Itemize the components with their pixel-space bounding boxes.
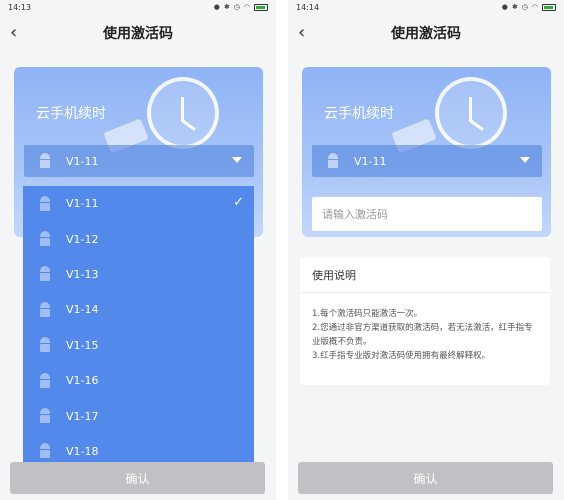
bluetooth-icon: ✱ bbox=[511, 3, 518, 11]
mute-icon: ● bbox=[501, 3, 508, 11]
device-select[interactable]: V1-11 bbox=[24, 145, 254, 177]
status-bar: 14:14 ● ✱ ◷ ◠ bbox=[288, 0, 564, 14]
instructions-title: 使用说明 bbox=[300, 257, 550, 293]
alarm-icon: ◷ bbox=[521, 3, 528, 11]
device-select-value: V1-11 bbox=[354, 154, 387, 168]
android-icon bbox=[38, 337, 52, 353]
device-select[interactable]: V1-11 bbox=[312, 145, 542, 177]
renewal-card: 云手机续时 V1-11 bbox=[302, 67, 551, 237]
dropdown-item-label: V1-17 bbox=[66, 409, 99, 423]
dropdown-item[interactable]: V1-13 bbox=[23, 257, 254, 292]
alarm-icon: ◷ bbox=[233, 3, 240, 11]
android-icon bbox=[38, 231, 52, 247]
mute-icon: ● bbox=[213, 3, 220, 11]
card-title: 云手机续时 bbox=[324, 106, 394, 122]
caret-down-icon bbox=[232, 157, 242, 163]
dropdown-item-label: V1-12 bbox=[66, 232, 99, 246]
chevron-left-icon[interactable]: ‹ bbox=[10, 22, 17, 43]
dropdown-item-label: V1-14 bbox=[66, 303, 99, 317]
dropdown-item[interactable]: V1-17 bbox=[23, 398, 254, 433]
status-time: 14:13 bbox=[8, 2, 32, 12]
activation-code-input[interactable] bbox=[312, 197, 542, 231]
wifi-icon: ◠ bbox=[531, 3, 538, 11]
battery-icon bbox=[254, 3, 268, 11]
wifi-icon: ◠ bbox=[243, 3, 250, 11]
android-icon bbox=[38, 408, 52, 424]
dropdown-item-label: V1-15 bbox=[66, 338, 99, 352]
android-icon bbox=[38, 372, 52, 389]
screen-left: 14:13 ● ✱ ◷ ◠ ‹ 使用激活码 云手机续时 V1-11 V1-11 … bbox=[0, 0, 276, 500]
status-icons: ● ✱ ◷ ◠ bbox=[502, 3, 556, 11]
instruction-item: 3.红手指专业版对激活码使用拥有最终解释权。 bbox=[312, 351, 491, 361]
check-icon: ✓ bbox=[233, 195, 244, 210]
clock-icon bbox=[147, 77, 219, 149]
dropdown-item-label: V1-18 bbox=[66, 444, 99, 458]
chevron-left-icon[interactable]: ‹ bbox=[298, 22, 305, 43]
instruction-item: 1.每个激活码只能激活一次。 bbox=[312, 309, 423, 319]
dropdown-item[interactable]: V1-12 bbox=[23, 221, 254, 256]
android-icon bbox=[38, 153, 52, 169]
instruction-item: 2.您通过非官方渠道获取的激活码，若无法激活，红手指专业版概不负责。 bbox=[312, 323, 533, 347]
instructions-panel: 使用说明 1.每个激活码只能激活一次。 2.您通过非官方渠道获取的激活码，若无法… bbox=[300, 257, 550, 385]
dropdown-item[interactable]: V1-11 ✓ bbox=[23, 186, 254, 221]
status-bar: 14:13 ● ✱ ◷ ◠ bbox=[0, 0, 276, 14]
dropdown-item[interactable]: V1-15 bbox=[23, 328, 254, 363]
device-dropdown: V1-11 ✓ V1-12 V1-13 V1-14 V1-15 V1-16 V1… bbox=[23, 186, 254, 466]
status-time: 14:14 bbox=[296, 2, 320, 12]
instructions-body: 1.每个激活码只能激活一次。 2.您通过非官方渠道获取的激活码，若无法激活，红手… bbox=[300, 293, 550, 363]
dropdown-item-label: V1-13 bbox=[66, 267, 99, 281]
nav-bar: ‹ 使用激活码 bbox=[0, 14, 276, 52]
bluetooth-icon: ✱ bbox=[223, 3, 230, 11]
dropdown-item[interactable]: V1-14 bbox=[23, 292, 254, 327]
android-icon bbox=[38, 266, 52, 282]
dropdown-item-label: V1-16 bbox=[66, 374, 99, 388]
card-title: 云手机续时 bbox=[36, 106, 106, 122]
device-select-value: V1-11 bbox=[66, 154, 99, 168]
nav-bar: ‹ 使用激活码 bbox=[288, 14, 564, 52]
dropdown-item-label: V1-11 bbox=[66, 197, 99, 211]
clock-icon bbox=[435, 77, 507, 149]
confirm-button[interactable]: 确认 bbox=[298, 462, 553, 494]
battery-icon bbox=[542, 3, 556, 11]
page-title: 使用激活码 bbox=[391, 26, 461, 42]
android-icon bbox=[38, 301, 52, 318]
confirm-button[interactable]: 确认 bbox=[10, 462, 265, 494]
caret-down-icon bbox=[520, 157, 530, 163]
page-title: 使用激活码 bbox=[103, 26, 173, 42]
android-icon bbox=[38, 443, 52, 459]
screen-right: 14:14 ● ✱ ◷ ◠ ‹ 使用激活码 云手机续时 V1-11 使用说明 1… bbox=[288, 0, 564, 500]
dropdown-item[interactable]: V1-16 bbox=[23, 363, 254, 398]
android-icon bbox=[326, 153, 340, 169]
android-icon bbox=[38, 195, 52, 212]
status-icons: ● ✱ ◷ ◠ bbox=[214, 3, 268, 11]
